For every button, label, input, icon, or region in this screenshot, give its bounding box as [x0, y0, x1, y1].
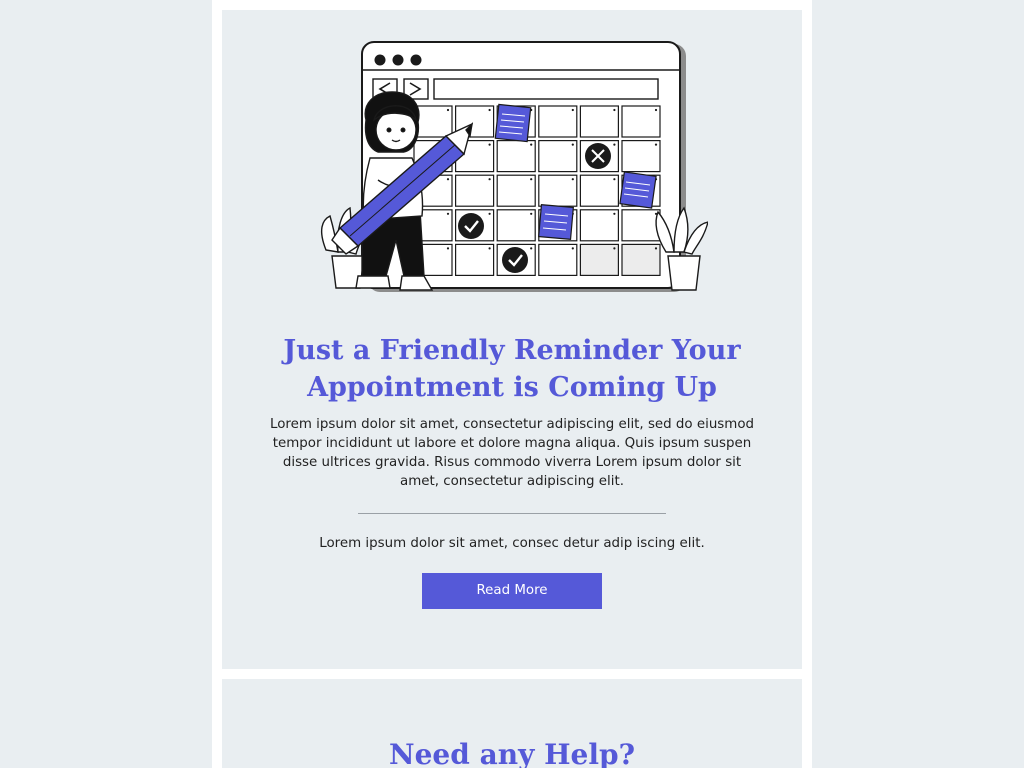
calendar-cell-dot	[446, 108, 450, 112]
calendar-cell-dot	[488, 247, 491, 250]
calendar-cell-dot	[488, 143, 491, 146]
calendar-cell-dot	[446, 212, 450, 215]
calendar-cell-dot	[613, 108, 616, 112]
calendar-cell-dot	[654, 247, 658, 250]
calendar-cell-dot	[613, 178, 616, 181]
divider	[358, 513, 666, 514]
calendar-cell-dot	[613, 247, 616, 250]
calendar-cell-dot	[488, 108, 491, 112]
calendar-cell	[538, 243, 578, 276]
calendar-cell-dot	[571, 178, 574, 181]
calendar-illustration	[320, 41, 708, 292]
calendar-cell	[621, 243, 661, 276]
read-more-button[interactable]: Read More	[422, 573, 602, 609]
calendar-cell	[579, 105, 619, 138]
calendar-cell	[455, 243, 495, 276]
calendar-cell	[579, 209, 619, 242]
calendar-cell	[538, 139, 578, 173]
calendar-cell-dot	[613, 143, 616, 146]
calendar-cell	[621, 105, 661, 138]
calendar-cell	[538, 105, 578, 138]
calendar-cell	[413, 105, 453, 138]
calendar-cell-dot	[654, 108, 658, 112]
calendar-cell-dot	[613, 212, 616, 215]
calendar-cell-dot	[446, 178, 450, 181]
calendar-cell-dot	[530, 247, 533, 250]
reminder-body-text: Lorem ipsum dolor sit amet, consectetur …	[269, 417, 755, 489]
calendar-cell	[496, 174, 536, 207]
calendar-cell-dot	[654, 143, 658, 146]
calendar-cell-dot	[530, 143, 533, 146]
help-title: Need any Help?	[389, 738, 635, 768]
reminder-note: Lorem ipsum dolor sit amet, consec detur…	[319, 536, 705, 551]
calendar-cell	[455, 174, 495, 207]
calendar-cell	[579, 174, 619, 207]
calendar-cell-dot	[530, 178, 533, 181]
calendar-cell	[496, 209, 536, 242]
calendar-cell	[579, 243, 619, 276]
calendar-cell-dot	[530, 212, 533, 215]
calendar-cell	[621, 209, 661, 242]
calendar-cell-dot	[571, 143, 574, 146]
reminder-card: Just a Friendly Reminder Your Appointmen…	[222, 10, 802, 669]
calendar-cell-dot	[446, 247, 450, 250]
email-column: Just a Friendly Reminder Your Appointmen…	[212, 0, 812, 768]
calendar-cell-dot	[571, 247, 574, 250]
calendar-cell	[538, 174, 578, 207]
reminder-headline: Just a Friendly Reminder Your Appointmen…	[283, 335, 741, 403]
calendar-cell-dot	[488, 212, 491, 215]
help-card: Need any Help?	[222, 679, 802, 768]
email-page: Just a Friendly Reminder Your Appointmen…	[0, 0, 1024, 768]
calendar-cell	[496, 139, 536, 173]
calendar-cell-dot	[488, 178, 491, 181]
calendar-cell-dot	[571, 108, 574, 112]
calendar-cell	[621, 139, 661, 173]
